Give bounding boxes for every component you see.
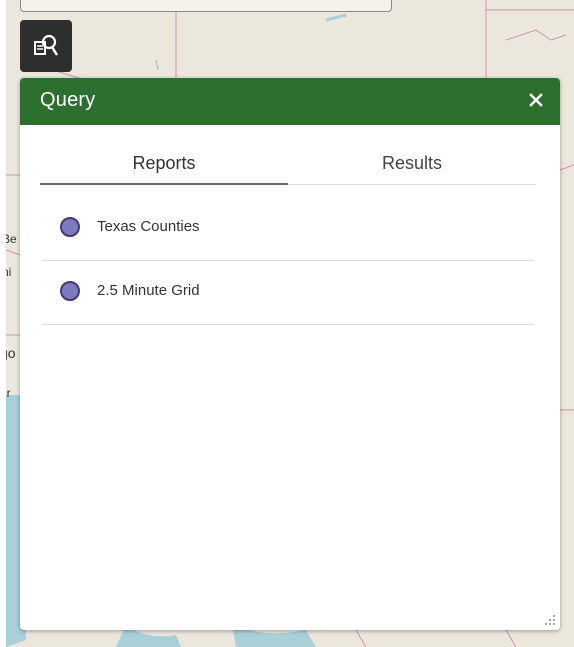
query-panel: Query Reports Results Texas Counties 2.5… — [20, 78, 560, 630]
close-button[interactable] — [526, 90, 546, 110]
map-label-edge-1: Be — [6, 232, 17, 246]
map-label-edge-3: go — [6, 345, 16, 361]
report-item-texas-counties[interactable]: Texas Counties — [42, 197, 534, 261]
report-dot-icon — [60, 281, 80, 301]
map-search-bar[interactable] — [20, 0, 392, 12]
close-icon — [529, 93, 543, 107]
tab-bar: Reports Results — [40, 142, 536, 185]
query-report-icon — [34, 34, 59, 56]
report-label: Texas Counties — [97, 218, 200, 235]
report-list: Texas Counties 2.5 Minute Grid — [42, 197, 534, 325]
report-dot-icon — [60, 217, 80, 237]
tab-results[interactable]: Results — [288, 142, 536, 184]
tab-reports[interactable]: Reports — [40, 142, 288, 184]
panel-title: Query — [40, 89, 96, 111]
map-label-edge-4: er — [6, 386, 11, 400]
map-label-edge-2: ni — [6, 265, 12, 279]
report-item-grid[interactable]: 2.5 Minute Grid — [42, 261, 534, 325]
report-label: 2.5 Minute Grid — [97, 282, 200, 299]
active-tab-indicator — [40, 183, 288, 185]
resize-handle-icon[interactable] — [544, 614, 556, 626]
query-tool-button[interactable] — [20, 20, 72, 72]
panel-header: Query — [20, 78, 560, 125]
